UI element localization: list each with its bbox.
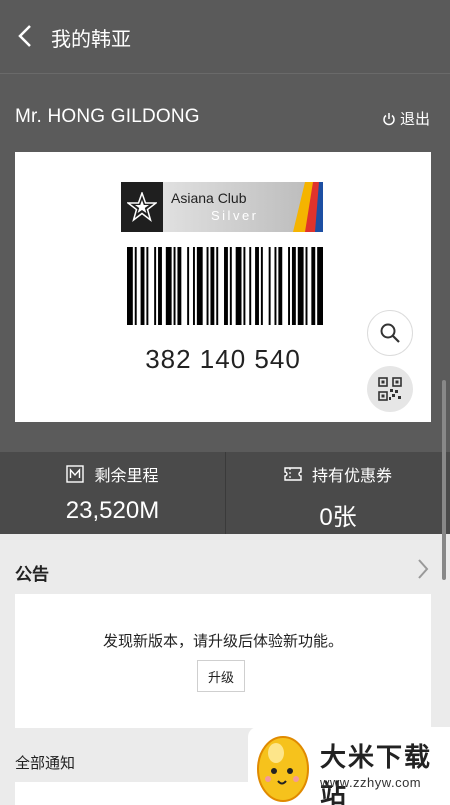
mileage-stat[interactable]: 剩余里程 23,520M <box>0 452 225 534</box>
notice-heading: 公告 <box>15 565 49 585</box>
mascot-egg-icon <box>257 736 309 802</box>
mileage-value: 23,520M <box>65 497 160 524</box>
coupon-stat[interactable]: 持有优惠券 0张 <box>225 452 450 534</box>
qr-code-button[interactable] <box>367 366 413 412</box>
notice-message: 发现新版本，请升级后体验新功能。 <box>102 632 343 650</box>
logo-level-text: Silver <box>211 208 259 223</box>
mileage-m-icon <box>66 465 85 483</box>
logout-button[interactable]: 退出 <box>382 108 430 129</box>
back-button[interactable] <box>10 18 40 54</box>
asiana-club-logo: Asiana Club Silver <box>121 182 323 232</box>
notice-card: 发现新版本，请升级后体验新功能。 升级 <box>15 594 431 728</box>
chevron-left-icon <box>18 25 31 47</box>
logout-label: 退出 <box>399 110 430 128</box>
mileage-header: 剩余里程 <box>0 462 225 486</box>
search-icon <box>380 323 400 343</box>
page-title: 我的韩亚 <box>51 27 131 51</box>
watermark-badge: 大米下载站 www.zzhyw.com <box>248 727 450 805</box>
mileage-label: 剩余里程 <box>94 466 159 485</box>
coupon-label: 持有优惠券 <box>311 466 392 485</box>
logo-stripe <box>293 182 323 232</box>
watermark-url: www.zzhyw.com <box>320 775 422 790</box>
chevron-right-icon[interactable] <box>416 558 430 580</box>
membership-section: Mr. HONG GILDONG 退出 Asiana Club Silver 3… <box>0 74 450 452</box>
ticket-icon <box>284 467 302 481</box>
app-header: 我的韩亚 <box>0 0 450 74</box>
qr-code-icon <box>378 377 402 401</box>
barcode <box>127 247 323 325</box>
coupon-value: 0张 <box>319 504 357 531</box>
coupon-header: 持有优惠券 <box>226 462 450 486</box>
stats-bar: 剩余里程 23,520M 持有优惠券 0张 <box>0 452 450 534</box>
logo-text-panel: Asiana Club Silver <box>163 182 323 232</box>
scrollbar[interactable] <box>442 380 446 580</box>
power-icon <box>383 112 395 125</box>
star-alliance-icon <box>121 182 163 232</box>
membership-card: Asiana Club Silver 382 140 540 <box>15 152 431 422</box>
upgrade-button[interactable]: 升级 <box>197 660 245 692</box>
logo-club-text: Asiana Club <box>171 190 247 206</box>
member-name: Mr. HONG GILDONG <box>15 106 200 127</box>
zoom-barcode-button[interactable] <box>367 310 413 356</box>
watermark-title: 大米下载站 <box>320 743 433 805</box>
card-number: 382 140 540 <box>145 344 301 374</box>
all-notices-heading: 全部通知 <box>15 754 76 772</box>
